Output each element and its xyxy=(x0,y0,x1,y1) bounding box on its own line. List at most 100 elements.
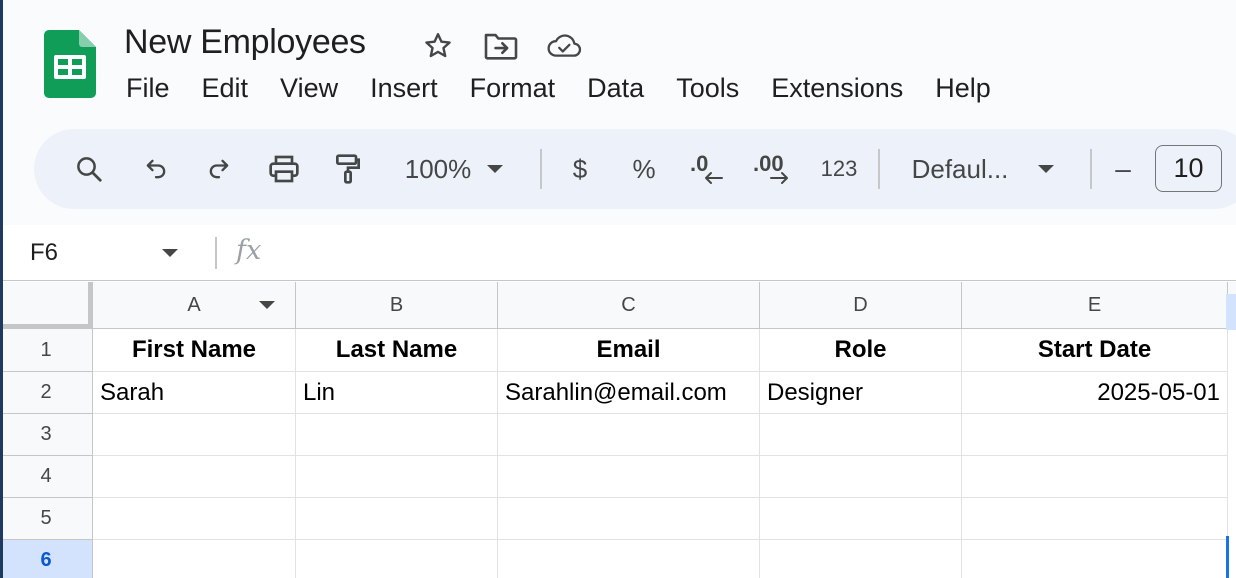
row-header-6[interactable]: 6 xyxy=(0,540,93,578)
menu-file[interactable]: File xyxy=(110,70,186,110)
row-header-4[interactable]: 4 xyxy=(0,456,93,498)
cell-e4[interactable] xyxy=(962,456,1228,498)
increase-decimal-button[interactable]: .00 xyxy=(749,129,799,209)
document-title[interactable]: New Employees xyxy=(124,23,366,62)
zoom-value: 100% xyxy=(404,153,472,184)
cell-d5[interactable] xyxy=(760,498,962,540)
column-header-c[interactable]: C xyxy=(498,282,760,329)
google-sheets-logo[interactable] xyxy=(44,30,96,98)
print-icon xyxy=(269,155,299,183)
menu-help[interactable]: Help xyxy=(919,70,1007,110)
menu-view[interactable]: View xyxy=(264,70,354,110)
redo-button[interactable] xyxy=(197,129,241,209)
column-header-d[interactable]: D xyxy=(760,282,962,329)
menu-bar: File Edit View Insert Format Data Tools … xyxy=(110,70,1007,110)
cell-b3[interactable] xyxy=(296,414,498,456)
move-to-folder-icon[interactable] xyxy=(483,30,519,62)
cell-e6[interactable] xyxy=(962,540,1228,578)
font-select[interactable]: Defaul... xyxy=(898,129,1068,209)
cell-d1[interactable]: Role xyxy=(760,329,962,372)
column-header-e[interactable]: E xyxy=(962,282,1228,329)
chevron-down-icon xyxy=(1038,165,1055,173)
currency-label: $ xyxy=(572,153,588,184)
decrease-decimal-button[interactable]: .0 xyxy=(686,129,730,209)
cell-e5[interactable] xyxy=(962,498,1228,540)
percent-label: % xyxy=(632,153,656,184)
formula-bar-divider xyxy=(215,237,217,269)
cell-a6[interactable] xyxy=(93,540,296,578)
cell-c5[interactable] xyxy=(498,498,760,540)
arrow-left-icon xyxy=(705,172,723,184)
cell-e2[interactable]: 2025-05-01 xyxy=(962,372,1228,414)
cell-a1[interactable]: First Name xyxy=(93,329,296,372)
fx-icon: fx xyxy=(236,235,262,266)
cell-c1[interactable]: Email xyxy=(498,329,760,372)
cell-c6[interactable] xyxy=(498,540,760,578)
menu-extensions[interactable]: Extensions xyxy=(755,70,919,110)
search-menus-button[interactable] xyxy=(64,129,114,209)
toolbar-divider xyxy=(1090,149,1092,189)
search-icon xyxy=(77,157,102,182)
chevron-down-icon[interactable] xyxy=(162,249,178,257)
cell-e1[interactable]: Start Date xyxy=(962,329,1228,372)
redo-icon xyxy=(209,159,229,179)
toolbar-divider xyxy=(540,149,542,189)
currency-format-button[interactable]: $ xyxy=(560,129,600,209)
paint-format-button[interactable] xyxy=(326,129,370,209)
row-header-3[interactable]: 3 xyxy=(0,414,93,456)
font-value: Defaul... xyxy=(911,153,1009,184)
cell-a5[interactable] xyxy=(93,498,296,540)
menu-insert[interactable]: Insert xyxy=(354,70,454,110)
toolbar-divider xyxy=(878,149,880,189)
column-header-a[interactable]: A xyxy=(93,282,296,329)
cell-b1[interactable]: Last Name xyxy=(296,329,498,372)
star-icon[interactable] xyxy=(420,30,456,62)
arrow-right-icon xyxy=(770,172,788,184)
cell-e3[interactable] xyxy=(962,414,1228,456)
row-header-1[interactable]: 1 xyxy=(0,329,93,372)
decrease-font-size-button[interactable]: – xyxy=(1106,129,1140,209)
font-size-input[interactable]: 10 xyxy=(1155,145,1222,192)
cell-b5[interactable] xyxy=(296,498,498,540)
menu-format[interactable]: Format xyxy=(454,70,572,110)
cell-c4[interactable] xyxy=(498,456,760,498)
chevron-down-icon[interactable] xyxy=(259,301,275,309)
menu-data[interactable]: Data xyxy=(571,70,660,110)
minus-icon: – xyxy=(1115,153,1131,184)
cell-b4[interactable] xyxy=(296,456,498,498)
menu-tools[interactable]: Tools xyxy=(660,70,755,110)
cell-c2[interactable]: Sarahlin@email.com xyxy=(498,372,760,414)
more-formats-button[interactable]: 123 xyxy=(814,129,864,209)
toolbar: 100% $ % .0 .00 123 Defaul... – xyxy=(34,129,1236,209)
cell-d4[interactable] xyxy=(760,456,962,498)
cell-a2[interactable]: Sarah xyxy=(93,372,296,414)
window-edge xyxy=(0,0,3,578)
percent-format-button[interactable]: % xyxy=(624,129,664,209)
number-format-label: 123 xyxy=(820,156,858,181)
paint-format-icon xyxy=(336,154,360,184)
cell-d3[interactable] xyxy=(760,414,962,456)
selected-column-header-f xyxy=(1226,294,1236,330)
undo-button[interactable] xyxy=(134,129,178,209)
formula-input[interactable] xyxy=(290,233,1220,273)
zoom-select[interactable]: 100% xyxy=(389,129,519,209)
column-header-b[interactable]: B xyxy=(296,282,498,329)
selected-cell-f6[interactable] xyxy=(1226,536,1229,578)
row-header-5[interactable]: 5 xyxy=(0,498,93,540)
print-button[interactable] xyxy=(262,129,306,209)
undo-icon xyxy=(146,159,166,179)
cell-b6[interactable] xyxy=(296,540,498,578)
cell-a3[interactable] xyxy=(93,414,296,456)
menu-edit[interactable]: Edit xyxy=(186,70,265,110)
cloud-saved-icon[interactable] xyxy=(546,30,582,62)
cell-d6[interactable] xyxy=(760,540,962,578)
column-label: A xyxy=(187,293,201,316)
cell-b2[interactable]: Lin xyxy=(296,372,498,414)
select-all-corner[interactable] xyxy=(0,282,93,329)
cell-a4[interactable] xyxy=(93,456,296,498)
cell-d2[interactable]: Designer xyxy=(760,372,962,414)
chevron-down-icon xyxy=(487,165,504,173)
cell-c3[interactable] xyxy=(498,414,760,456)
row-header-2[interactable]: 2 xyxy=(0,372,93,414)
formula-bar: F6 fx xyxy=(0,225,1236,281)
